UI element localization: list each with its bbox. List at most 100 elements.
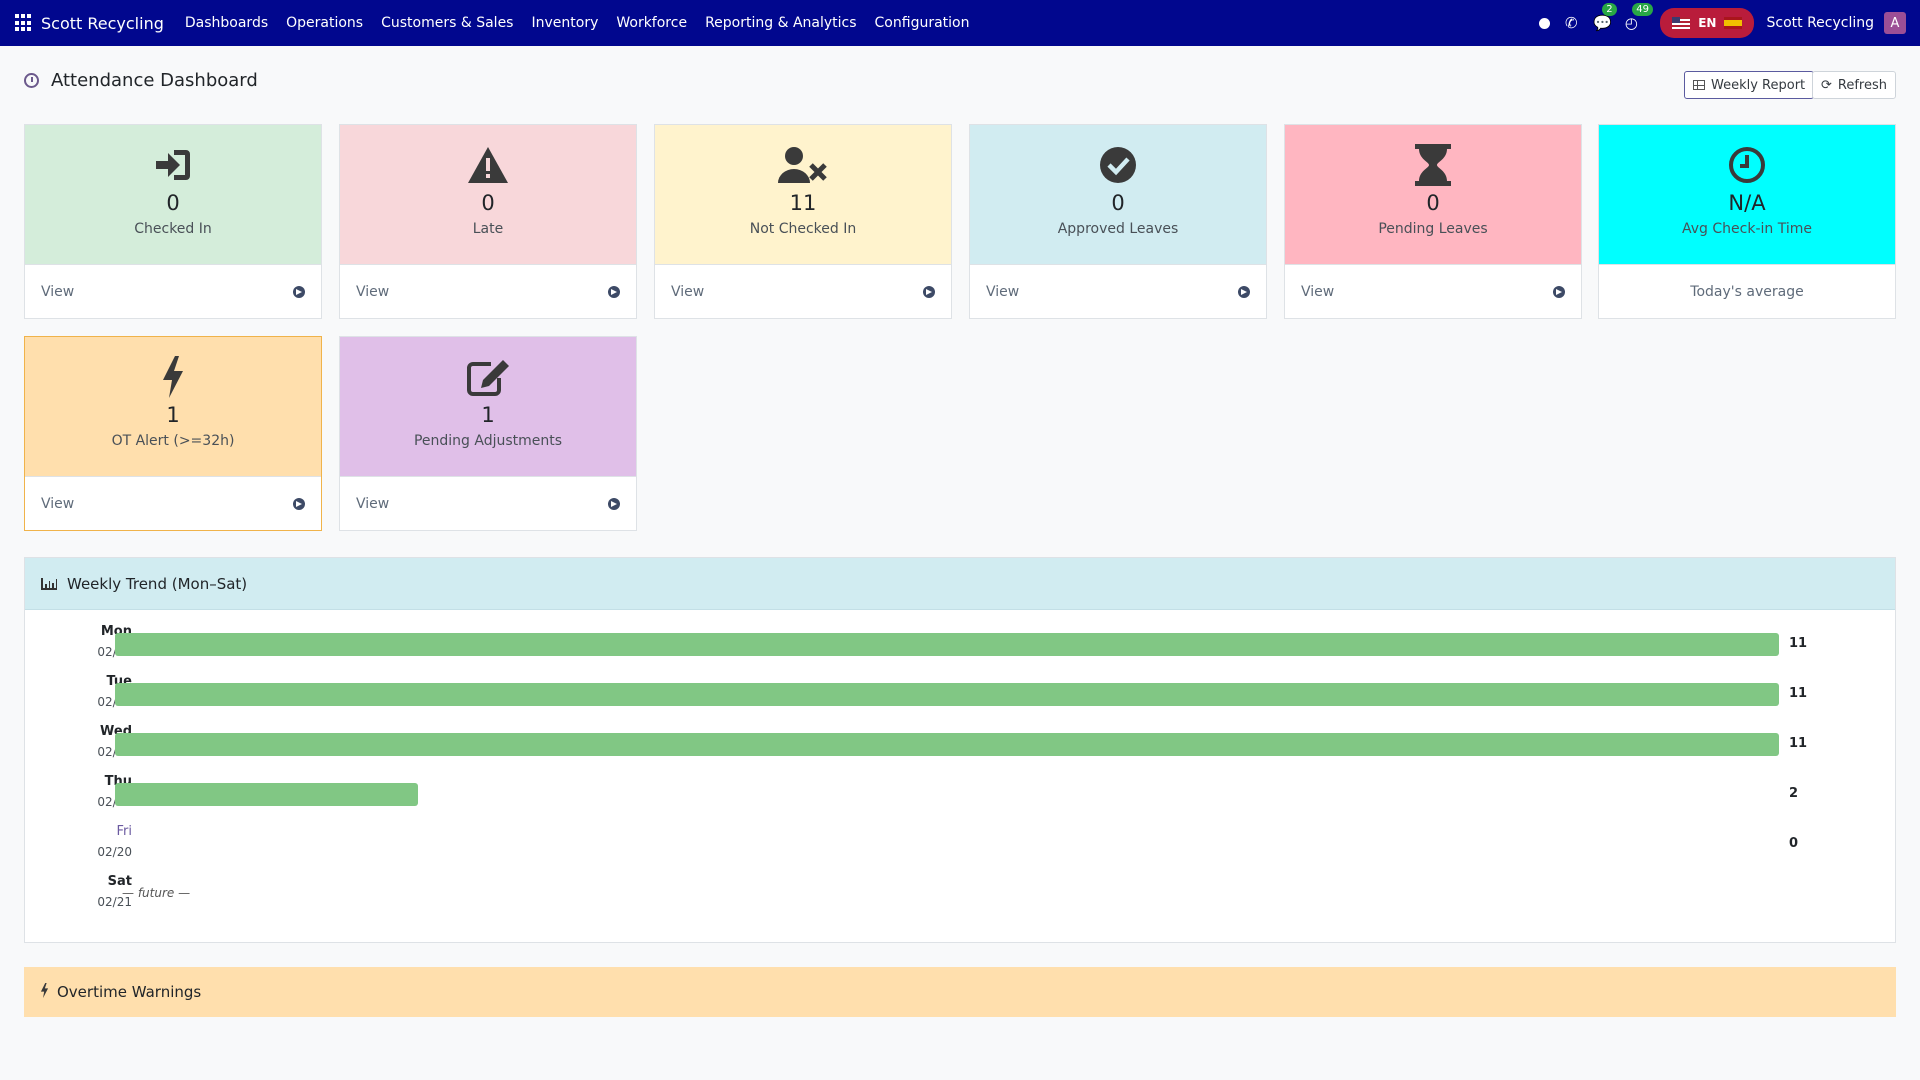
card-label: Approved Leaves [1057, 221, 1179, 237]
phone-icon[interactable]: ✆ [1563, 14, 1579, 32]
arrow-circle-right-icon [608, 498, 620, 510]
card-ot-alert: 1 OT Alert (>=32h) View [24, 336, 322, 531]
day-bar [115, 683, 1779, 706]
card-label: OT Alert (>=32h) [111, 433, 235, 449]
view-label: View [986, 284, 1020, 300]
spain-flag-icon [1724, 17, 1743, 29]
navbar-right: ✆ 💬 2 ◴ 49 EN Scott Recycling A [1533, 0, 1920, 46]
card-view-link[interactable]: View [340, 265, 636, 319]
apps-grid-icon[interactable] [15, 14, 33, 32]
arrow-circle-right-icon [1238, 286, 1250, 298]
overtime-warnings-title: Overtime Warnings [57, 983, 202, 1001]
card-value: 0 [1111, 191, 1125, 215]
chat-icon[interactable]: 💬 2 [1593, 3, 1617, 32]
menu-inventory[interactable]: Inventory [531, 15, 598, 31]
card-label: Avg Check-in Time [1682, 221, 1812, 237]
menu-dashboards[interactable]: Dashboards [185, 15, 268, 31]
menu-reporting-analytics[interactable]: Reporting & Analytics [705, 15, 856, 31]
user-avatar[interactable]: A [1884, 12, 1906, 34]
activity-clock-icon[interactable]: ◴ 49 [1623, 3, 1653, 32]
card-view-link[interactable]: View [25, 265, 321, 319]
arrow-circle-right-icon [1553, 286, 1565, 298]
card-label: Pending Adjustments [413, 433, 563, 449]
day-row-thu: Thu02/192 [25, 774, 1897, 824]
card-not-checked-in: 11 Not Checked In View [654, 124, 952, 319]
activity-badge: 49 [1632, 3, 1653, 16]
status-dot-icon[interactable] [1539, 17, 1551, 29]
card-value: 1 [481, 403, 495, 427]
arrow-circle-right-icon [608, 286, 620, 298]
weekly-trend-panel: Weekly Trend (Mon–Sat) Mon02/1611Tue02/1… [24, 557, 1896, 943]
card-pending-leaves: 0 Pending Leaves View [1284, 124, 1582, 319]
day-bar [115, 633, 1779, 656]
weekly-report-label: Weekly Report [1711, 77, 1806, 93]
bolt-icon [40, 982, 49, 1002]
bar-chart-icon [41, 577, 57, 590]
view-label: View [671, 284, 705, 300]
clock-icon [1728, 145, 1766, 185]
hourglass-icon [1415, 144, 1451, 186]
page-header: Attendance Dashboard [24, 70, 258, 91]
arrow-circle-right-icon [293, 498, 305, 510]
card-value: 0 [166, 191, 180, 215]
card-pending-adjustments: 1 Pending Adjustments View [339, 336, 637, 531]
card-label: Pending Leaves [1378, 221, 1488, 237]
card-footer: Today's average [1599, 265, 1895, 319]
day-bar [115, 733, 1779, 756]
card-value: 0 [481, 191, 495, 215]
card-checked-in: 0 Checked In View [24, 124, 322, 319]
table-icon [1693, 80, 1705, 90]
day-row-tue: Tue02/1711 [25, 674, 1897, 724]
check-circle-icon [1099, 145, 1137, 185]
language-label: EN [1698, 16, 1717, 30]
language-switcher[interactable]: EN [1660, 8, 1755, 38]
card-view-link[interactable]: View [655, 265, 951, 319]
card-value: N/A [1728, 191, 1766, 215]
card-view-link[interactable]: View [970, 265, 1266, 319]
day-bar [115, 783, 418, 806]
sign-in-icon [154, 145, 192, 185]
brand-name[interactable]: Scott Recycling [41, 14, 164, 33]
weekly-report-button[interactable]: Weekly Report [1684, 71, 1815, 99]
view-label: View [356, 496, 390, 512]
day-row-mon: Mon02/1611 [25, 624, 1897, 674]
weekly-trend-title: Weekly Trend (Mon–Sat) [67, 574, 248, 593]
day-date: 02/20 [97, 845, 132, 859]
menu-operations[interactable]: Operations [286, 15, 363, 31]
refresh-label: Refresh [1837, 77, 1887, 93]
view-label: View [356, 284, 390, 300]
arrow-circle-right-icon [923, 286, 935, 298]
day-count: 0 [1789, 836, 1799, 851]
page-title: Attendance Dashboard [51, 70, 258, 91]
arrow-circle-right-icon [293, 286, 305, 298]
company-switcher[interactable]: Scott Recycling [1766, 15, 1874, 31]
day-count: 11 [1789, 686, 1808, 701]
day-count: 2 [1789, 786, 1799, 801]
card-late: 0 Late View [339, 124, 637, 319]
menu-workforce[interactable]: Workforce [616, 15, 687, 31]
top-navbar: Scott Recycling Dashboards Operations Cu… [0, 0, 1920, 46]
card-view-link[interactable]: View [25, 477, 321, 531]
day-name[interactable]: Fri [117, 824, 133, 839]
overtime-warnings-header[interactable]: Overtime Warnings [24, 967, 1896, 1017]
card-view-link[interactable]: View [340, 477, 636, 531]
refresh-icon: ⟳ [1821, 77, 1832, 93]
day-row-fri: Fri 02/20 0 [25, 824, 1897, 874]
card-view-link[interactable]: View [1285, 265, 1581, 319]
day-count: 11 [1789, 636, 1808, 651]
menu-configuration[interactable]: Configuration [875, 15, 970, 31]
todays-average-label: Today's average [1690, 284, 1804, 300]
card-approved-leaves: 0 Approved Leaves View [969, 124, 1267, 319]
card-label: Late [472, 221, 504, 237]
card-avg-checkin: N/A Avg Check-in Time Today's average [1598, 124, 1896, 319]
future-label: — future — [122, 886, 191, 900]
edit-icon [467, 357, 509, 397]
messages-badge: 2 [1602, 3, 1617, 16]
us-flag-icon [1672, 17, 1691, 29]
weekly-trend-header: Weekly Trend (Mon–Sat) [25, 558, 1895, 610]
view-label: View [41, 284, 75, 300]
card-value: 11 [789, 191, 817, 215]
menu-customers-sales[interactable]: Customers & Sales [381, 15, 513, 31]
clock-icon [24, 73, 39, 88]
refresh-button[interactable]: ⟳ Refresh [1812, 71, 1896, 99]
